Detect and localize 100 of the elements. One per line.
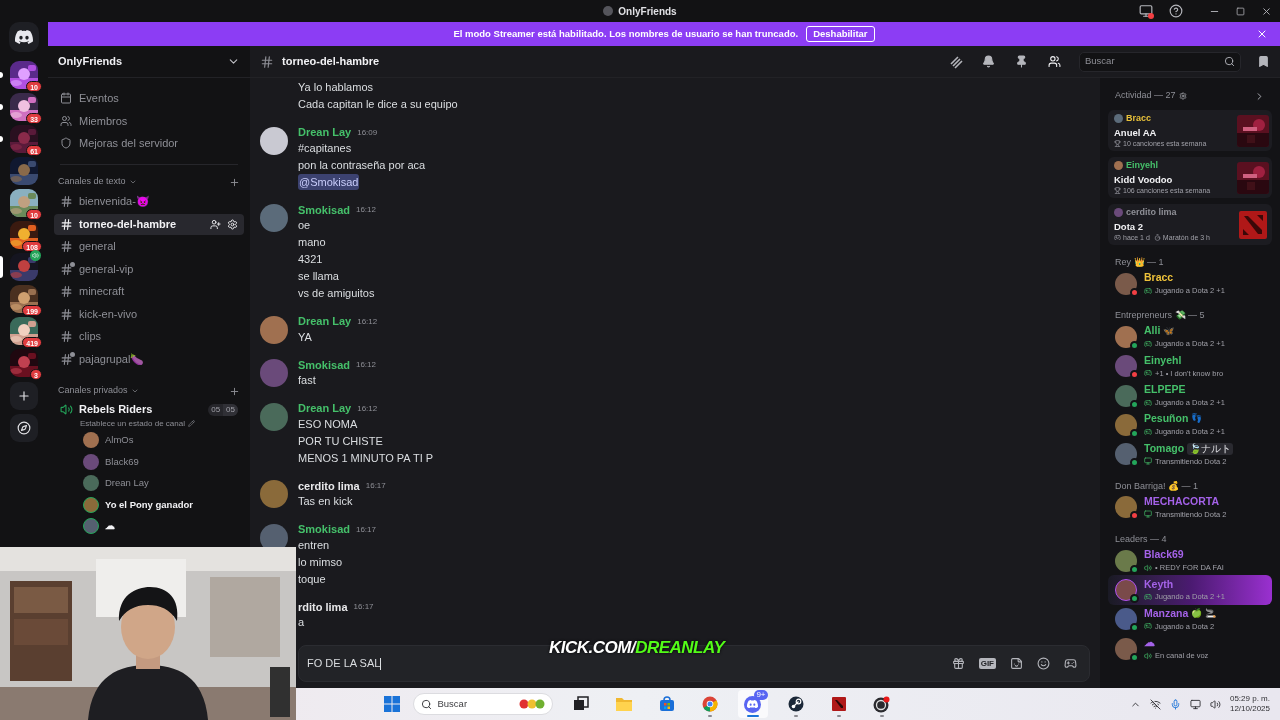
author-name[interactable]: cerdito lima: [298, 477, 360, 495]
member-avatar: [1115, 272, 1137, 295]
display-icon[interactable]: [1189, 698, 1201, 710]
close-icon[interactable]: [1261, 5, 1272, 17]
author-name[interactable]: Smokisad: [298, 521, 350, 538]
close-icon[interactable]: [1256, 28, 1268, 40]
member-name[interactable]: Bracc: [1144, 270, 1174, 286]
gif-button[interactable]: GIF: [978, 658, 996, 669]
category-label[interactable]: Canales privados: [58, 384, 128, 398]
activity-title: Dota 2: [1114, 219, 1145, 233]
voice-user-name[interactable]: Drean Lay: [105, 476, 149, 491]
member-name[interactable]: Tomago: [1144, 440, 1185, 457]
bell-icon[interactable]: [982, 55, 995, 68]
author-name[interactable]: Drean Lay: [298, 400, 352, 417]
author-name[interactable]: rdito lima: [298, 598, 348, 616]
disable-button[interactable]: Deshabilitar: [806, 26, 875, 42]
gamepad-icon[interactable]: [1064, 657, 1077, 670]
screen-share-icon[interactable]: [1139, 4, 1153, 18]
voice-user-name[interactable]: Black69: [105, 454, 139, 469]
timer-icon: [1153, 234, 1161, 242]
activity-user[interactable]: cerdito lima: [1126, 206, 1177, 220]
channel-status-hint[interactable]: Establece un estado de canal: [80, 417, 185, 430]
search-field[interactable]: Buscar: [1079, 51, 1241, 72]
chat-app-icon[interactable]: [744, 695, 761, 713]
activity-user[interactable]: Bracc: [1126, 112, 1152, 126]
member-avatar: [1115, 443, 1137, 466]
member-name[interactable]: Keyth: [1144, 576, 1174, 593]
add-server-button[interactable]: [10, 382, 38, 410]
browser-icon[interactable]: [701, 696, 718, 712]
sticker-icon[interactable]: [1010, 657, 1023, 670]
author-name[interactable]: Smokisad: [298, 356, 350, 374]
microphone-icon[interactable]: [1169, 698, 1181, 710]
user-avatar: [260, 315, 288, 344]
game-icon[interactable]: [830, 696, 847, 712]
channel-item[interactable]: clips: [54, 326, 244, 347]
message-text: oe: [298, 218, 312, 233]
activity-user[interactable]: Einyehl: [1126, 159, 1158, 173]
add-channel-icon[interactable]: [229, 176, 240, 188]
author-name[interactable]: Smokisad: [298, 201, 350, 219]
members-icon[interactable]: [1048, 55, 1061, 68]
store-icon[interactable]: [658, 696, 675, 712]
add-channel-icon[interactable]: [229, 385, 240, 397]
voice-user-name[interactable]: AlmOs: [105, 433, 134, 448]
active-app-tile[interactable]: 9+: [737, 690, 768, 718]
volume-icon[interactable]: [1209, 698, 1221, 710]
author-name[interactable]: Drean Lay: [298, 124, 352, 141]
maximize-icon[interactable]: [1236, 6, 1245, 16]
menu-item[interactable]: Mejoras del servidor: [54, 132, 244, 155]
chevron-icon[interactable]: [130, 387, 139, 395]
category-label[interactable]: Canales de texto: [58, 175, 126, 189]
help-icon[interactable]: [1169, 4, 1183, 18]
member-name[interactable]: Manzana: [1144, 605, 1189, 622]
member-name[interactable]: Black69: [1144, 547, 1184, 563]
channel-item[interactable]: torneo-del-hambre: [54, 213, 244, 235]
gamepad-icon: [1144, 369, 1152, 378]
threads-icon[interactable]: [949, 54, 963, 69]
member-name[interactable]: MECHACORTA: [1144, 493, 1220, 510]
member-name[interactable]: Alli: [1144, 323, 1161, 340]
member-name[interactable]: ☁: [1144, 635, 1155, 651]
recorder-icon[interactable]: [873, 695, 890, 713]
channel-item[interactable]: bienvenida-👿: [54, 191, 244, 212]
taskbar-search[interactable]: Buscar: [412, 693, 553, 715]
discover-button[interactable]: [10, 414, 38, 442]
speaker-icon: [60, 403, 73, 416]
channel-item[interactable]: pajagrupal🍆: [54, 348, 244, 370]
channel-item[interactable]: minecraft: [54, 281, 244, 302]
server-name[interactable]: OnlyFriends: [58, 53, 123, 70]
app-logo-icon[interactable]: [15, 30, 33, 44]
clock-time[interactable]: 05:29 p. m.: [1229, 694, 1270, 704]
channel-item[interactable]: general: [54, 236, 244, 257]
menu-item[interactable]: Miembros: [54, 109, 244, 132]
pencil-icon[interactable]: [187, 420, 195, 427]
chevron-icon[interactable]: [128, 178, 137, 186]
voice-user-name[interactable]: ☁: [105, 519, 115, 534]
bookmark-icon[interactable]: [1257, 55, 1270, 68]
message-text: toque: [298, 571, 327, 587]
steam-icon[interactable]: [787, 696, 804, 712]
channel-item[interactable]: general-vip: [54, 258, 244, 280]
member-name[interactable]: ELPEPE: [1144, 382, 1186, 398]
start-icon[interactable]: [383, 696, 400, 712]
menu-item[interactable]: Eventos: [54, 87, 244, 110]
network-icon[interactable]: [1149, 698, 1161, 710]
settings-icon[interactable]: [1178, 92, 1187, 100]
task-view-icon[interactable]: [572, 696, 589, 712]
invite-icon[interactable]: [210, 218, 221, 230]
author-name[interactable]: Drean Lay: [298, 313, 352, 330]
hash-icon: [60, 330, 73, 343]
pin-icon[interactable]: [1015, 55, 1028, 68]
mention[interactable]: @Smokisad: [298, 173, 360, 191]
emoji-icon[interactable]: [1037, 657, 1050, 670]
people-icon: [60, 114, 72, 127]
channel-item[interactable]: kick-en-vivo: [54, 303, 244, 325]
member-name[interactable]: Einyehl: [1144, 352, 1182, 369]
clock-date[interactable]: 12/10/2025: [1229, 704, 1270, 714]
gift-icon[interactable]: [951, 657, 965, 670]
member-name[interactable]: Pesuñon: [1144, 411, 1189, 428]
voice-user-name[interactable]: Yo el Pony ganador: [105, 497, 193, 512]
home-button[interactable]: [9, 22, 39, 52]
voice-channel-name[interactable]: Rebels Riders: [79, 401, 203, 418]
role-header: Leaders — 4: [1114, 533, 1168, 547]
